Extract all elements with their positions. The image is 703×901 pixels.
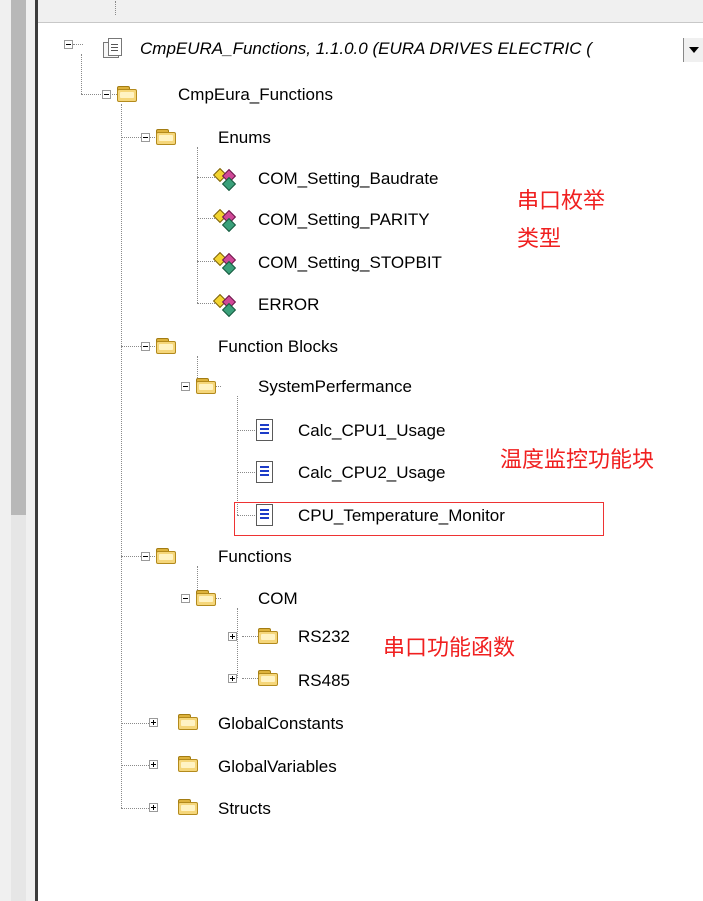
- functions-collapse-toggle[interactable]: [141, 552, 150, 561]
- folder-icon: [117, 84, 137, 102]
- annotation-temperature-fb: 温度监控功能块: [500, 447, 655, 472]
- tree-node-functions[interactable]: Functions: [218, 546, 292, 568]
- systemperfermance-collapse-toggle[interactable]: [181, 382, 190, 391]
- tree-node-function-blocks[interactable]: Function Blocks: [218, 336, 338, 358]
- folder-icon: [156, 127, 176, 145]
- tree-node-globalvariables[interactable]: GlobalVariables: [218, 756, 337, 778]
- folder-icon: [178, 754, 198, 772]
- chevron-down-icon: [689, 47, 699, 53]
- tree-node-rs232[interactable]: RS232: [298, 626, 350, 648]
- tree-node-structs[interactable]: Structs: [218, 798, 271, 820]
- tree-root-label[interactable]: CmpEURA_Functions, 1.1.0.0 (EURA DRIVES …: [140, 38, 592, 60]
- folder-icon: [178, 712, 198, 730]
- root-header-dropdown[interactable]: [683, 38, 703, 62]
- root-collapse-toggle[interactable]: [64, 40, 73, 49]
- tree-node-globalconstants[interactable]: GlobalConstants: [218, 713, 344, 735]
- tree-node-systemperfermance[interactable]: SystemPerfermance: [258, 376, 412, 398]
- panel-top-strip: [38, 0, 703, 23]
- annotation-serial-enum-line1: 串口枚举: [517, 188, 606, 213]
- enum-icon: [212, 293, 237, 318]
- globalvariables-expand-toggle[interactable]: [149, 760, 158, 769]
- annotation-serial-functions: 串口功能函数: [383, 635, 516, 660]
- folder-icon: [196, 588, 216, 606]
- folder-icon: [258, 668, 278, 686]
- annotation-serial-enum-line2: 类型: [517, 226, 562, 251]
- tree-node-cmpeura-functions[interactable]: CmpEura_Functions: [178, 84, 333, 106]
- scrollbar-thumb[interactable]: [11, 0, 26, 515]
- tree-node-com[interactable]: COM: [258, 588, 298, 610]
- enum-icon: [212, 167, 237, 192]
- folder-icon: [196, 376, 216, 394]
- highlight-box: [234, 502, 604, 536]
- enums-collapse-toggle[interactable]: [141, 133, 150, 142]
- tree-node-com-setting-stopbit[interactable]: COM_Setting_STOPBIT: [258, 252, 442, 274]
- function-blocks-collapse-toggle[interactable]: [141, 342, 150, 351]
- cmpeura-functions-collapse-toggle[interactable]: [102, 90, 111, 99]
- tree-node-enums[interactable]: Enums: [218, 127, 271, 149]
- tree-node-com-setting-parity[interactable]: COM_Setting_PARITY: [258, 209, 430, 231]
- pou-icon: [256, 461, 274, 483]
- folder-icon: [156, 546, 176, 564]
- folder-icon: [156, 336, 176, 354]
- enum-icon: [212, 251, 237, 276]
- globalconstants-expand-toggle[interactable]: [149, 718, 158, 727]
- pou-icon: [256, 419, 274, 441]
- folder-icon: [258, 626, 278, 644]
- enum-icon: [212, 208, 237, 233]
- tree-node-calc-cpu1-usage[interactable]: Calc_CPU1_Usage: [298, 420, 445, 442]
- tree-node-rs485[interactable]: RS485: [298, 670, 350, 692]
- panel-gap: [26, 0, 35, 901]
- library-doc-icon: [103, 38, 123, 58]
- com-collapse-toggle[interactable]: [181, 594, 190, 603]
- structs-expand-toggle[interactable]: [149, 803, 158, 812]
- rs485-expand-toggle[interactable]: [228, 674, 237, 683]
- left-panel-edge: [0, 0, 11, 901]
- tree-node-com-setting-baudrate[interactable]: COM_Setting_Baudrate: [258, 168, 439, 190]
- folder-icon: [178, 797, 198, 815]
- tree-node-error[interactable]: ERROR: [258, 294, 319, 316]
- rs232-expand-toggle[interactable]: [228, 632, 237, 641]
- tree-node-calc-cpu2-usage[interactable]: Calc_CPU2_Usage: [298, 462, 445, 484]
